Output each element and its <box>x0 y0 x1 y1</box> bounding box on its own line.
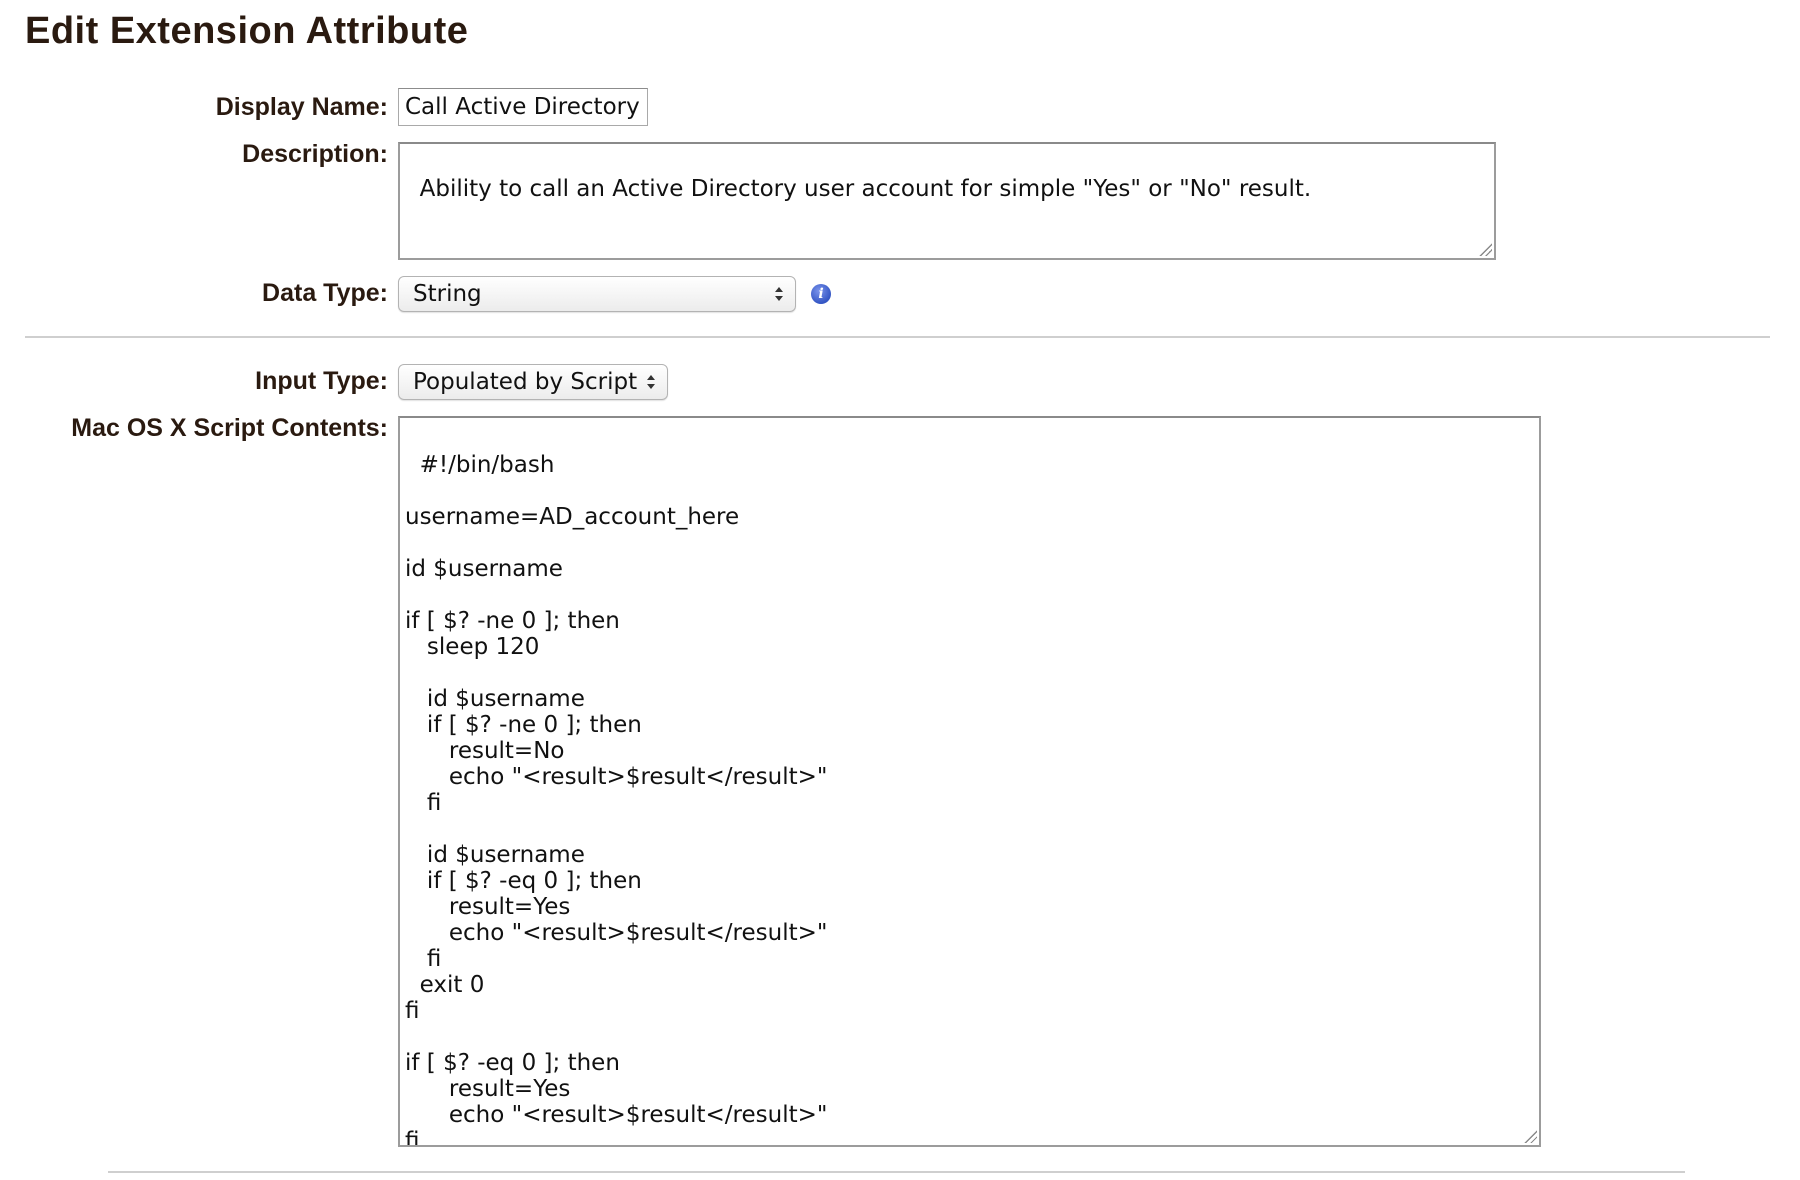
description-label: Description: <box>242 140 388 168</box>
data-type-value: String <box>413 281 482 307</box>
script-contents-text: #!/bin/bash username=AD_account_here id … <box>405 452 828 1147</box>
bottom-divider <box>108 1171 1685 1173</box>
data-type-select[interactable]: String <box>398 276 796 312</box>
display-name-label: Display Name: <box>215 93 388 121</box>
resize-grip-icon[interactable] <box>1478 242 1492 256</box>
description-text: Ability to call an Active Directory user… <box>419 176 1312 202</box>
select-arrows-icon <box>775 287 783 301</box>
input-type-value: Populated by Script <box>413 369 638 395</box>
resize-grip-icon[interactable] <box>1523 1129 1537 1143</box>
data-type-label: Data Type: <box>262 279 388 307</box>
select-arrows-icon <box>647 375 655 389</box>
script-contents-label: Mac OS X Script Contents: <box>71 414 388 442</box>
input-type-select[interactable]: Populated by Script <box>398 364 668 400</box>
section-divider <box>25 336 1770 338</box>
description-textarea[interactable]: Ability to call an Active Directory user… <box>398 142 1496 260</box>
display-name-input[interactable]: Call Active Directory A <box>398 88 648 126</box>
script-contents-textarea[interactable]: #!/bin/bash username=AD_account_here id … <box>398 416 1541 1147</box>
info-icon[interactable]: i <box>811 284 831 304</box>
page-title: Edit Extension Attribute <box>25 10 469 52</box>
input-type-label: Input Type: <box>255 367 388 395</box>
